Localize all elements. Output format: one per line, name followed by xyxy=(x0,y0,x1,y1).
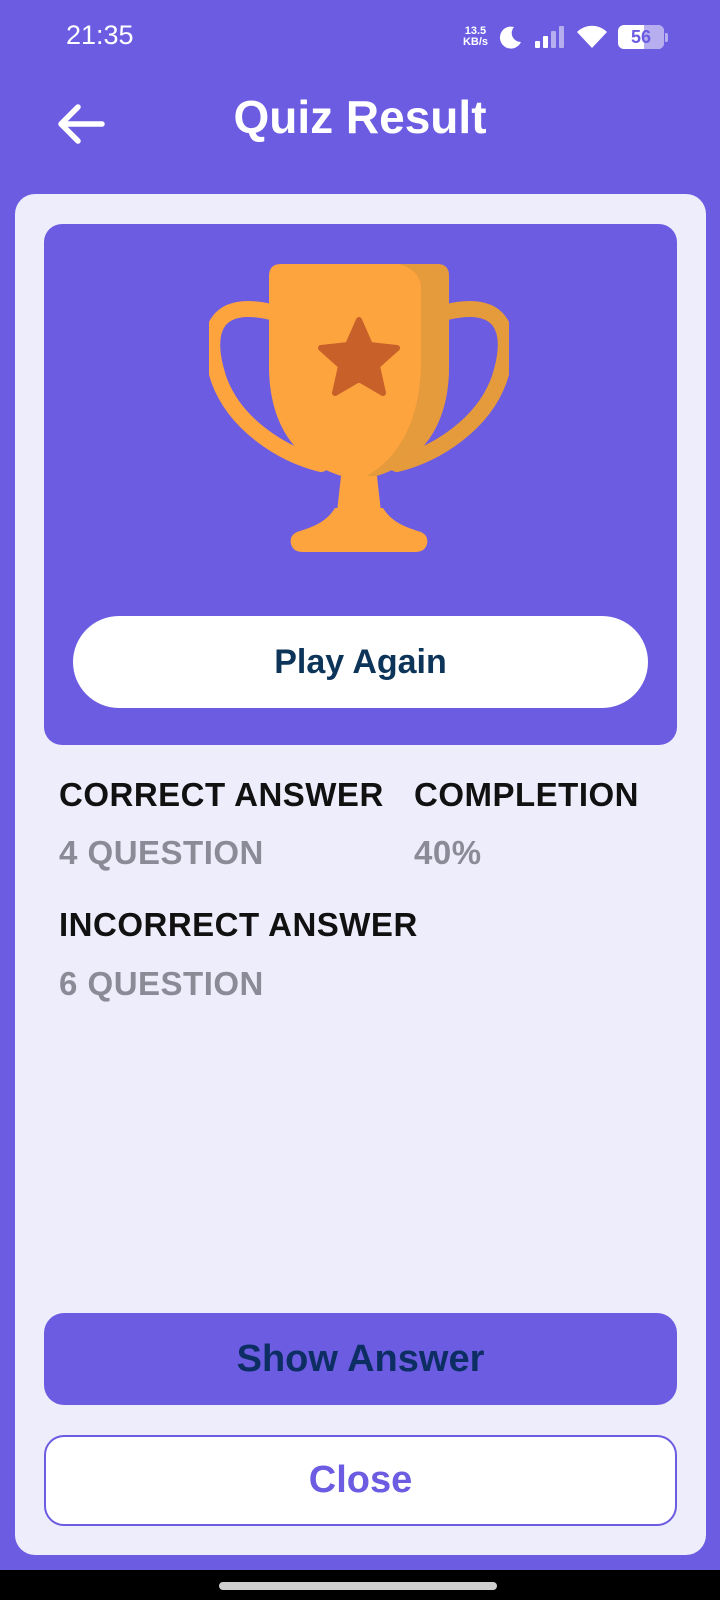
battery-icon: 56 xyxy=(618,25,668,49)
navigation-bar xyxy=(0,1570,720,1600)
home-indicator[interactable] xyxy=(219,1582,497,1590)
completion-value: 40% xyxy=(414,834,482,871)
wifi-icon xyxy=(577,25,607,48)
close-button[interactable]: Close xyxy=(44,1435,677,1526)
result-card: Play Again CORRECT ANSWER 4 QUESTION COM… xyxy=(15,194,706,1555)
net-speed: 13.5 KB/s xyxy=(463,26,488,48)
incorrect-answer-value: 6 QUESTION xyxy=(59,965,264,1002)
status-bar: 21:35 13.5 KB/s 56 xyxy=(0,0,720,76)
play-again-button[interactable]: Play Again xyxy=(73,616,648,708)
signal-icon xyxy=(535,26,564,48)
battery-body: 56 xyxy=(618,25,664,49)
completion-label: COMPLETION xyxy=(414,776,639,813)
correct-answer-label: CORRECT ANSWER xyxy=(59,776,384,813)
correct-answer-value: 4 QUESTION xyxy=(59,834,264,871)
status-time: 21:35 xyxy=(66,20,134,50)
status-icons: 13.5 KB/s 56 xyxy=(463,20,668,54)
trophy-panel: Play Again xyxy=(44,224,677,745)
net-speed-unit: KB/s xyxy=(462,36,488,48)
battery-tip xyxy=(665,32,668,42)
app-bar: Quiz Result xyxy=(0,80,720,162)
moon-icon xyxy=(499,26,521,49)
incorrect-answer-label: INCORRECT ANSWER xyxy=(59,906,418,943)
trophy-icon xyxy=(209,264,509,552)
page-title: Quiz Result xyxy=(233,91,487,143)
battery-level: 56 xyxy=(630,26,652,47)
show-answer-button[interactable]: Show Answer xyxy=(44,1313,677,1405)
